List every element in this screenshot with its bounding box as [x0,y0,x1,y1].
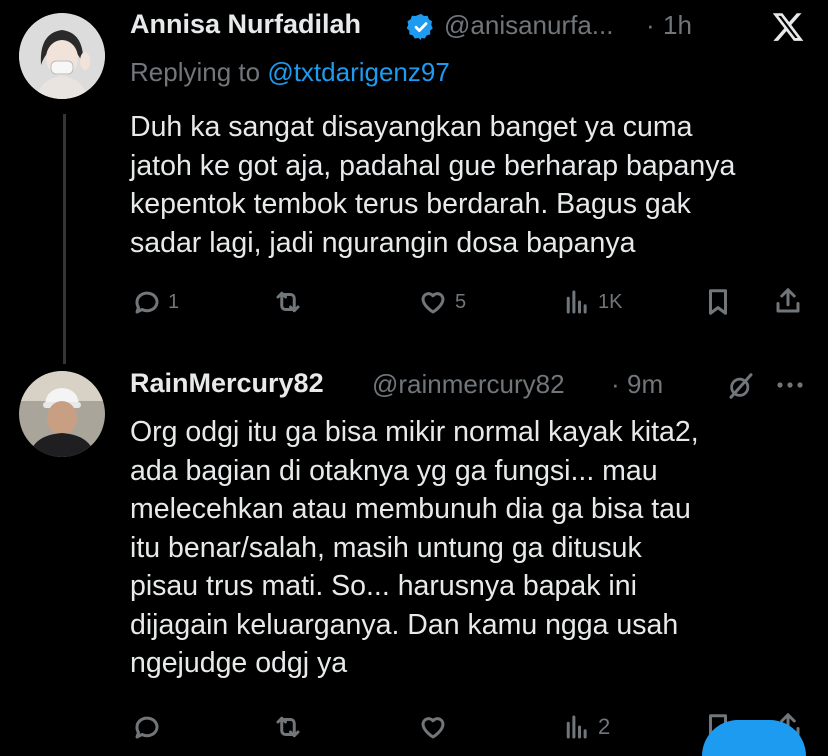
reply-icon [135,291,159,314]
replying-prefix: Replying to [130,57,261,87]
separator-dot: · [646,10,655,40]
share-icon [776,288,800,313]
views-button[interactable]: 2 [562,712,610,742]
heart-icon [421,292,445,314]
more-icon[interactable] [774,377,806,393]
thread-connector [63,114,66,364]
reply-button[interactable] [132,712,162,742]
retweet-icon [276,716,300,738]
views-icon [566,290,587,314]
views-button[interactable]: 1K [562,287,622,317]
replying-mention[interactable]: @txtdarigenz97 [267,57,450,87]
separator-dot: · [611,369,620,399]
grok-icon[interactable] [726,371,756,401]
retweet-button[interactable] [272,287,304,317]
reply-icon [135,716,159,739]
compose-fab[interactable] [702,720,806,756]
views-count: 1K [598,290,623,313]
author-handle[interactable]: @anisanurfa... [444,10,613,41]
like-button[interactable]: 5 [417,287,466,317]
x-logo-icon[interactable] [770,10,806,44]
reply-count: 1 [168,290,180,313]
share-button[interactable] [773,286,803,316]
tweet-time[interactable]: 9m [627,369,663,400]
reply-button[interactable]: 1 [132,287,179,317]
author-name[interactable]: RainMercury82 [130,368,324,399]
bookmark-button[interactable] [703,287,733,317]
bookmark-icon [709,289,727,315]
like-count: 5 [455,290,467,313]
tweet-text: Duh ka sangat disayangkan banget ya cuma… [130,111,736,259]
views-icon [566,715,587,739]
avatar-annisa[interactable] [19,13,105,99]
avatar-rainmercury[interactable] [19,371,105,457]
retweet-icon [276,291,300,313]
replying-to: Replying to @txtdarigenz97 [130,57,450,88]
author-name[interactable]: Annisa Nurfadilah [130,9,361,40]
tweet-text: Org odgj itu ga bisa mikir normal kayak … [130,416,699,679]
author-handle[interactable]: @rainmercury82 [372,369,565,400]
retweet-button[interactable] [272,712,304,742]
verified-badge-icon [406,13,433,41]
views-count: 2 [598,714,611,739]
tweet-time[interactable]: 1h [663,10,692,41]
heart-icon [421,717,445,739]
like-button[interactable] [417,712,449,742]
